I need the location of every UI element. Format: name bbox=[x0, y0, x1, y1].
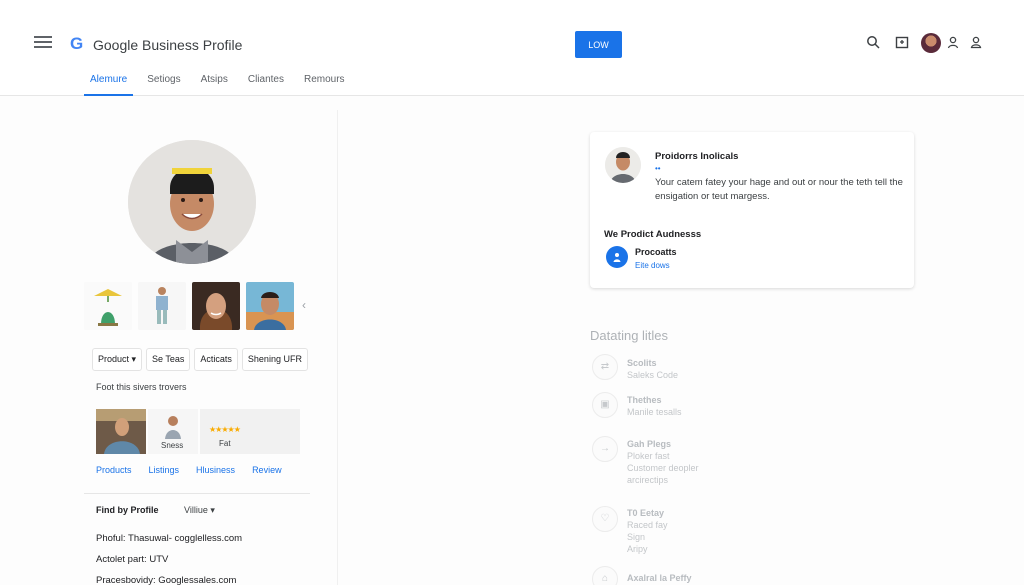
item-title: Axalral la Peffy bbox=[627, 573, 692, 583]
tab-bar: Alemure Setiogs Atsips Cliantes Remours bbox=[80, 72, 355, 96]
item-line: Manile tesalls bbox=[627, 407, 682, 417]
item-line: Raced fay bbox=[627, 520, 668, 530]
item-line: Aripy bbox=[627, 544, 648, 554]
profile-photo bbox=[128, 140, 256, 264]
tab-atsips[interactable]: Atsips bbox=[191, 72, 238, 96]
app-title: Google Business Profile bbox=[93, 37, 243, 53]
tab-setiogs[interactable]: Setiogs bbox=[137, 72, 190, 96]
star-rating: ★★★★★ bbox=[209, 425, 241, 434]
card-description: Your catem fatey your hage and out or no… bbox=[655, 177, 903, 202]
profile-column: ‹ Product ▾ Se Teas Acticats Shening UFR… bbox=[84, 110, 338, 585]
business-link[interactable]: Hlusiness bbox=[196, 465, 235, 475]
search-icon[interactable] bbox=[864, 35, 882, 53]
item-line: Ploker fast bbox=[627, 451, 670, 461]
info-line: Actolet part: UTV bbox=[96, 554, 169, 565]
heart-icon: ♡ bbox=[592, 506, 618, 532]
person-icon bbox=[606, 246, 628, 268]
info-card: Proidorrs Inolicals •• Your catem fatey … bbox=[590, 132, 914, 288]
products-link[interactable]: Products bbox=[96, 465, 132, 475]
item-title: Thethes bbox=[627, 395, 662, 405]
card-label: Fat bbox=[219, 439, 231, 448]
tab-remours[interactable]: Remours bbox=[294, 72, 355, 96]
find-dropdown[interactable]: Villiue ▾ bbox=[184, 505, 215, 516]
item-line: Sign bbox=[627, 532, 646, 542]
item-line: Saleks Code bbox=[627, 370, 679, 380]
person-card[interactable] bbox=[96, 409, 146, 454]
gallery-photo[interactable] bbox=[138, 282, 186, 330]
card-label: Sness bbox=[161, 441, 184, 450]
gallery-photo[interactable] bbox=[192, 282, 240, 330]
tab-cliantes[interactable]: Cliantes bbox=[238, 72, 294, 96]
listings-link[interactable]: Listings bbox=[149, 465, 180, 475]
profile-cards: Sness ★★★★★ Fat bbox=[96, 409, 300, 454]
top-app-bar: G Google Business Profile LOW Alemure Se… bbox=[0, 0, 1024, 96]
account-avatar[interactable] bbox=[921, 33, 941, 53]
info-line: Pracesbovidy: Googlessales.com bbox=[96, 575, 237, 585]
section-title: Datating litles bbox=[590, 328, 669, 343]
low-button[interactable]: LOW bbox=[575, 31, 622, 58]
apps-icon[interactable] bbox=[893, 35, 911, 53]
menu-icon[interactable] bbox=[34, 36, 52, 52]
google-logo: G bbox=[70, 34, 84, 53]
gallery-photo[interactable] bbox=[246, 282, 294, 330]
staff-card[interactable]: Sness bbox=[148, 409, 198, 454]
link-icon: ⇄ bbox=[592, 354, 618, 380]
faded-section: Datating litles ⇄ Scolits Saleks Code ▣ T… bbox=[590, 328, 920, 585]
find-label: Find by Profile bbox=[96, 505, 159, 515]
chevron-left-icon[interactable]: ‹ bbox=[302, 298, 306, 312]
profile-icon[interactable] bbox=[967, 35, 985, 53]
item-line: Customer deopler bbox=[627, 463, 699, 473]
chip-shening-ufr[interactable]: Shening UFR bbox=[241, 348, 308, 371]
row-title: Procoatts bbox=[635, 247, 677, 257]
photo-gallery bbox=[84, 282, 294, 330]
chip-product[interactable]: Product ▾ bbox=[92, 348, 143, 371]
row-link[interactable]: Eite dows bbox=[635, 261, 670, 270]
bag-icon: ⌂ bbox=[592, 566, 618, 585]
profile-links: Products Listings Hlusiness Review bbox=[96, 465, 282, 475]
arrow-icon: → bbox=[592, 436, 618, 462]
filter-chips: Product ▾ Se Teas Acticats Shening UFR bbox=[92, 348, 308, 371]
person-icon[interactable] bbox=[944, 35, 962, 53]
item-title: Scolits bbox=[627, 358, 657, 368]
card-dots: •• bbox=[655, 164, 661, 173]
card-subheading: We Prodict Audnesss bbox=[604, 229, 702, 240]
item-title: Gah Plegs bbox=[627, 439, 672, 449]
divider bbox=[84, 493, 310, 494]
info-line: Phoful: Thasuwal- cogglelless.com bbox=[96, 533, 243, 544]
item-line: arcirectips bbox=[627, 475, 669, 485]
image-icon: ▣ bbox=[592, 392, 618, 418]
rating-card[interactable]: ★★★★★ Fat bbox=[200, 409, 300, 454]
chip-se-teas[interactable]: Se Teas bbox=[146, 348, 191, 371]
card-title: Proidorrs Inolicals bbox=[655, 151, 739, 162]
tab-alemure[interactable]: Alemure bbox=[80, 72, 137, 96]
section-caption: Foot this sivers trovers bbox=[96, 382, 187, 392]
gallery-photo[interactable] bbox=[84, 282, 132, 330]
chip-acticats[interactable]: Acticats bbox=[194, 348, 238, 371]
card-avatar bbox=[605, 147, 641, 183]
item-title: T0 Eetay bbox=[627, 508, 665, 518]
review-link[interactable]: Review bbox=[252, 465, 282, 475]
